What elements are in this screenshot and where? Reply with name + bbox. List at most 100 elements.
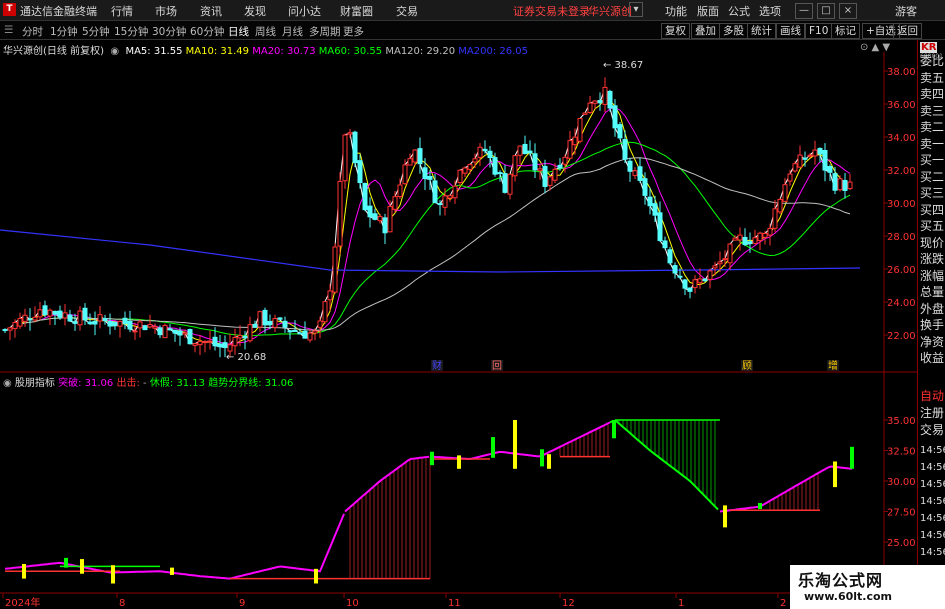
- watermark-title: 乐淘公式网: [798, 571, 884, 590]
- menu-formula[interactable]: 公式: [728, 3, 750, 19]
- candle-body: [502, 173, 508, 193]
- candle-body: [762, 232, 768, 238]
- trade-label[interactable]: 自动: [920, 387, 944, 404]
- indicator-rest: 休假: 31.13: [149, 378, 206, 389]
- quote-label: 外盘: [920, 301, 945, 316]
- candle-body: [267, 320, 273, 326]
- signal-bar: [850, 446, 854, 469]
- period-weekly[interactable]: 周线: [255, 24, 276, 39]
- candle-body: [2, 329, 8, 332]
- candle-body: [97, 314, 103, 322]
- quote-label: 买二: [920, 169, 945, 184]
- candle-body: [232, 336, 238, 347]
- dropdown-icon[interactable]: ▾: [629, 2, 643, 17]
- f10-button[interactable]: F10: [805, 23, 833, 39]
- signal-bar: [111, 565, 115, 584]
- candle-body: [817, 147, 823, 155]
- period-more[interactable]: 更多: [343, 24, 364, 39]
- minimize-button[interactable]: —: [795, 3, 813, 19]
- login-status[interactable]: 证券交易未登录: [513, 3, 590, 19]
- candle-body: [702, 278, 708, 282]
- trend-line: [4, 513, 345, 580]
- collapse-icon[interactable]: ⊙ ▲ ▼: [860, 42, 890, 53]
- period-5min[interactable]: 5分钟: [82, 24, 110, 39]
- candle-body: [832, 173, 838, 191]
- candle-body: [747, 241, 753, 245]
- title-bar: T 通达信金融终端 行情 市场 资讯 发现 问小达 财富圈 交易 证券交易未登录…: [0, 0, 945, 21]
- trade-label[interactable]: 交易: [920, 421, 944, 438]
- candle-body: [32, 316, 38, 321]
- x-tick-label: 9: [239, 598, 245, 609]
- ma10-label: MA10: 31.49: [185, 46, 250, 57]
- overlay-button[interactable]: 叠加: [691, 23, 720, 39]
- ma60-label: MA60: 30.55: [318, 46, 383, 57]
- candle-body: [237, 334, 243, 339]
- candle-body: [337, 180, 343, 247]
- menu-layout[interactable]: 版面: [697, 3, 719, 19]
- main-y-tick-label: 34.00: [887, 133, 916, 144]
- adjust-button[interactable]: 复权: [661, 23, 690, 39]
- quote-label: 卖五: [920, 70, 945, 85]
- candle-body: [827, 165, 833, 173]
- multi-stock-button[interactable]: 多股: [719, 23, 748, 39]
- candle-body: [687, 287, 693, 292]
- menu-market[interactable]: 市场: [155, 3, 177, 19]
- quote-label: 净资: [920, 334, 945, 349]
- menu-news[interactable]: 资讯: [200, 3, 222, 19]
- chart-area[interactable]: 38.00 36.00 34.00 32.00 30.00 28.00 26.00 24.00…: [0, 40, 917, 609]
- close-button[interactable]: ×: [839, 3, 857, 19]
- candle-body: [517, 145, 523, 156]
- indicator-name[interactable]: 股朋指标: [15, 378, 55, 389]
- menu-trade[interactable]: 交易: [396, 3, 418, 19]
- candle-body: [307, 332, 313, 341]
- menu-function[interactable]: 功能: [665, 3, 687, 19]
- period-1min[interactable]: 1分钟: [50, 24, 78, 39]
- quote-label: 买五: [920, 219, 945, 233]
- trade-label[interactable]: 注册: [920, 404, 944, 421]
- candle-body: [682, 279, 688, 289]
- period-15min[interactable]: 15分钟: [114, 24, 148, 39]
- x-tick-label: 1: [678, 598, 684, 609]
- x-tick-label: 10: [346, 598, 359, 609]
- candle-body: [767, 227, 773, 236]
- toolbar-menu-icon[interactable]: ☰: [4, 24, 13, 36]
- candle-body: [432, 180, 438, 204]
- maximize-button[interactable]: □: [817, 3, 835, 19]
- app-logo-icon: T: [3, 3, 16, 16]
- sub-y-tick-label: 30.00: [887, 477, 916, 488]
- main-chart-title: 华兴源创(日线 前复权): [3, 46, 104, 57]
- candle-body: [507, 173, 513, 195]
- candle-body: [192, 343, 198, 346]
- ma-line: [4, 157, 851, 331]
- candle-body: [317, 320, 323, 328]
- period-30min[interactable]: 30分钟: [152, 24, 186, 39]
- candle-body: [492, 157, 498, 175]
- mark-button[interactable]: 标记: [831, 23, 860, 39]
- back-button[interactable]: 返回: [893, 23, 922, 39]
- menu-assistant[interactable]: 问小达: [288, 3, 321, 19]
- menu-discover[interactable]: 发现: [244, 3, 266, 19]
- menu-options[interactable]: 选项: [759, 3, 781, 19]
- stats-button[interactable]: 统计: [747, 23, 776, 39]
- candle-body: [642, 178, 648, 196]
- draw-button[interactable]: 画线: [776, 23, 805, 39]
- candle-body: [557, 164, 563, 169]
- candle-body: [327, 290, 333, 301]
- trade-time: 14:56: [920, 513, 945, 524]
- menu-quotes[interactable]: 行情: [111, 3, 133, 19]
- period-monthly[interactable]: 月线: [282, 24, 303, 39]
- user-label[interactable]: 游客: [895, 3, 917, 19]
- candle-body: [287, 330, 293, 333]
- candle-body: [262, 309, 268, 326]
- period-multi[interactable]: 多周期: [309, 24, 341, 39]
- ma-line: [4, 107, 851, 345]
- low-price-label: ← 20.68: [226, 352, 266, 363]
- candle-body: [457, 169, 463, 183]
- period-daily[interactable]: 日线: [228, 24, 249, 39]
- candle-body: [162, 324, 168, 339]
- candle-body: [347, 132, 353, 135]
- menu-wealth[interactable]: 财富圈: [340, 3, 373, 19]
- candle-body: [612, 105, 618, 129]
- period-60min[interactable]: 60分钟: [190, 24, 224, 39]
- period-timeshare[interactable]: 分时: [22, 24, 43, 39]
